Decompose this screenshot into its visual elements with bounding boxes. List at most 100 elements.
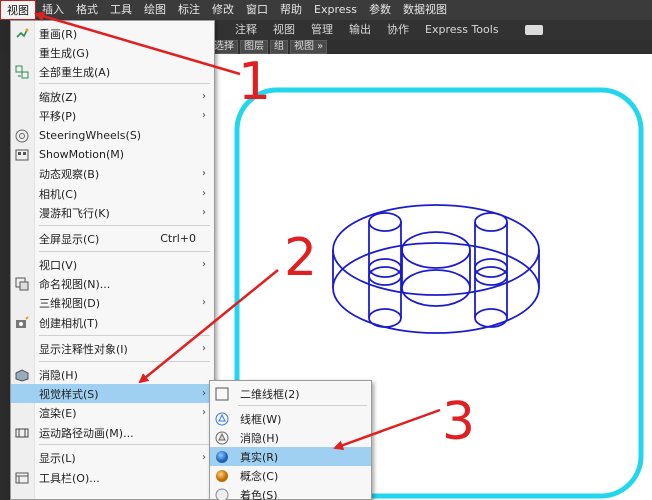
submenu-item-label: 二维线框(2) [240, 387, 300, 401]
menu-window[interactable]: 窗口 [240, 0, 274, 20]
submenu-item-shaded[interactable]: 着色(S) [210, 485, 371, 500]
regen-all-icon [14, 64, 30, 80]
shaded-icon [214, 487, 230, 500]
blank-icon [14, 166, 30, 182]
menu-insert[interactable]: 插入 [36, 0, 70, 20]
menu-dimension[interactable]: 标注 [172, 0, 206, 20]
ribbon-tab-collaborate[interactable]: 协作 [379, 20, 417, 40]
redraw-icon [14, 26, 30, 42]
menu-item-3d-views[interactable]: 三维视图(D) › [11, 293, 214, 312]
view-menu-dropdown: 重画(R) 重生成(G) 全部重生成(A) 缩放(Z) › 平移(P) › St… [10, 20, 215, 500]
menu-modify[interactable]: 修改 [206, 0, 240, 20]
chevron-right-icon: › [202, 343, 206, 354]
ribbon-tab-express-tools[interactable]: Express Tools [417, 20, 507, 40]
menu-view[interactable]: 视图 [0, 0, 36, 20]
visual-styles-submenu: 二维线框(2) 线框(W) 消隐(H) 真实(R) 概念(C) 着色(S) [209, 380, 372, 500]
chevron-right-icon: › [202, 297, 206, 308]
menu-format[interactable]: 格式 [70, 0, 104, 20]
shortcut-label: Ctrl+0 [160, 232, 196, 245]
blank-icon [14, 405, 30, 421]
submenu-item-wireframe[interactable]: 线框(W) [210, 409, 371, 428]
ribbon-tab-output[interactable]: 输出 [341, 20, 379, 40]
ribbon-tab-view[interactable]: 视图 [265, 20, 303, 40]
menu-item-render[interactable]: 渲染(E) › [11, 403, 214, 422]
menu-data-view[interactable]: 数据视图 [397, 0, 453, 20]
menu-bar: 视图 插入 格式 工具 绘图 标注 修改 窗口 帮助 Express 参数 数据… [0, 0, 652, 20]
menu-item-visual-styles[interactable]: 视觉样式(S) › [11, 384, 214, 403]
blank-icon [14, 386, 30, 402]
menu-item-create-camera[interactable]: 创建相机(T) [11, 313, 214, 332]
menu-item-viewports[interactable]: 视口(V) › [11, 255, 214, 274]
motion-path-icon [14, 425, 30, 441]
menu-item-label: 全屏显示(C) [39, 232, 100, 246]
menu-item-zoom[interactable]: 缩放(Z) › [11, 87, 214, 106]
menu-separator [39, 361, 210, 362]
menu-item-display-annotative[interactable]: 显示注释性对象(I) › [11, 339, 214, 358]
menu-separator [39, 335, 210, 336]
submenu-item-conceptual[interactable]: 概念(C) [210, 466, 371, 485]
submenu-item-label: 线框(W) [240, 412, 282, 426]
conceptual-icon [214, 468, 230, 484]
blank-icon [14, 108, 30, 124]
menu-item-regen[interactable]: 重生成(G) [11, 43, 214, 62]
menu-parameters[interactable]: 参数 [363, 0, 397, 20]
menu-item-steeringwheels[interactable]: SteeringWheels(S) [11, 126, 214, 145]
chevron-right-icon: › [202, 407, 206, 418]
menu-help[interactable]: 帮助 [274, 0, 308, 20]
panel-groups[interactable]: 组 [270, 40, 288, 54]
menu-express[interactable]: Express [308, 0, 363, 20]
submenu-item-label: 概念(C) [240, 469, 279, 483]
submenu-item-label: 消隐(H) [240, 431, 279, 445]
menu-item-clean-screen[interactable]: 全屏显示(C) Ctrl+0 [11, 229, 214, 248]
menu-item-label: 重画(R) [39, 27, 78, 41]
3d-model [332, 204, 540, 334]
menu-item-motion-path[interactable]: 运动路径动画(M)... [11, 423, 214, 442]
panel-view[interactable]: 视图 » [290, 40, 328, 54]
menu-item-label: 渲染(E) [39, 406, 77, 420]
menu-item-label: 显示(L) [39, 451, 76, 465]
menu-separator [39, 83, 210, 84]
menu-item-regen-all[interactable]: 全部重生成(A) [11, 62, 214, 81]
menu-item-display[interactable]: 显示(L) › [11, 448, 214, 467]
steering-wheel-icon [14, 128, 30, 144]
annotation-number-1: 1 [238, 52, 272, 112]
submenu-item-realistic[interactable]: 真实(R) [210, 447, 371, 466]
menu-item-label: 创建相机(T) [39, 316, 99, 330]
menu-item-label: SteeringWheels(S) [39, 129, 142, 142]
menu-item-hide[interactable]: 消隐(H) [11, 365, 214, 384]
chevron-right-icon: › [202, 388, 206, 399]
menu-draw[interactable]: 绘图 [138, 0, 172, 20]
blank-icon [14, 257, 30, 273]
menu-item-label: 缩放(Z) [39, 90, 78, 104]
blank-icon [14, 45, 30, 61]
menu-item-label: 运动路径动画(M)... [39, 426, 134, 440]
menu-item-named-views[interactable]: 命名视图(N)... [11, 274, 214, 293]
annotation-number-2: 2 [284, 228, 318, 288]
chevron-right-icon: › [202, 168, 206, 179]
ribbon-tab-manage[interactable]: 管理 [303, 20, 341, 40]
menu-item-label: 全部重生成(A) [39, 65, 111, 79]
named-view-icon [14, 276, 30, 292]
ribbon-tab-annotate[interactable]: 注释 [227, 20, 265, 40]
menu-item-showmotion[interactable]: ShowMotion(M) [11, 145, 214, 164]
submenu-item-label: 真实(R) [240, 450, 279, 464]
menu-item-label: 命名视图(N)... [39, 277, 111, 291]
menu-item-label: 视觉样式(S) [39, 387, 99, 401]
menu-item-camera[interactable]: 相机(C) › [11, 184, 214, 203]
menu-item-pan[interactable]: 平移(P) › [11, 106, 214, 125]
hidden-icon [214, 430, 230, 446]
submenu-item-2d-wireframe[interactable]: 二维线框(2) [210, 384, 371, 403]
chevron-right-icon: › [202, 452, 206, 463]
menu-item-redraw[interactable]: 重画(R) [11, 24, 214, 43]
submenu-item-hidden[interactable]: 消隐(H) [210, 428, 371, 447]
left-edge-strip [0, 20, 10, 54]
menu-tools[interactable]: 工具 [104, 0, 138, 20]
wireframe-2d-icon [214, 386, 230, 402]
menu-item-orbit[interactable]: 动态观察(B) › [11, 164, 214, 183]
menu-item-toolbars[interactable]: 工具栏(O)... [11, 468, 214, 487]
menu-item-label: ShowMotion(M) [39, 148, 125, 161]
video-camera-icon[interactable] [524, 25, 543, 35]
menu-separator [238, 405, 367, 406]
menu-item-walk-fly[interactable]: 漫游和飞行(K) › [11, 203, 214, 222]
chevron-right-icon: › [202, 110, 206, 121]
